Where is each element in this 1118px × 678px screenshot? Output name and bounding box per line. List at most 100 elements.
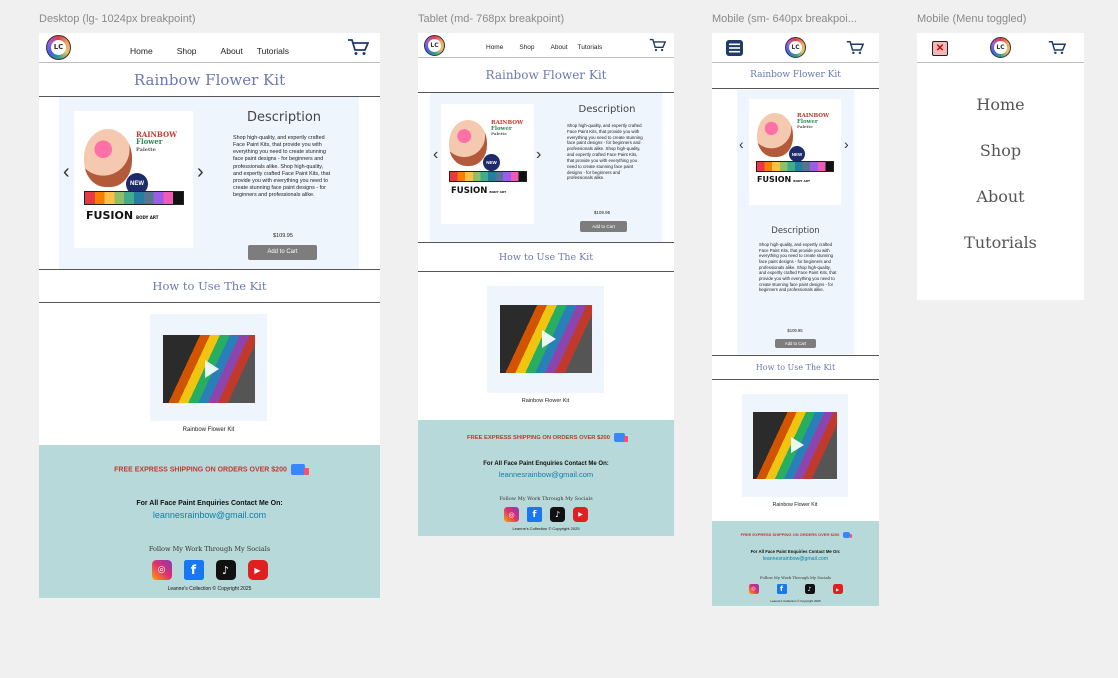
- product-title: Rainbow Flower Kit: [712, 63, 879, 89]
- nav-about[interactable]: About: [221, 46, 243, 56]
- cart-icon[interactable]: [1048, 40, 1066, 55]
- frame-label-menu: Mobile (Menu toggled): [917, 13, 1027, 25]
- nav-tutorials[interactable]: Tutorials: [578, 44, 603, 51]
- tiktok-icon[interactable]: ♪: [804, 584, 815, 594]
- social-links: ◎ f ♪ ▶: [418, 507, 674, 522]
- social-links: ◎ f ♪ ▶: [39, 560, 380, 580]
- product-image[interactable]: RAINBOW Flower Palette NEW FUSION BODY ART: [74, 111, 193, 248]
- nav-shop[interactable]: Shop: [177, 46, 197, 56]
- contact-email[interactable]: leannesrainbow@gmail.com: [39, 510, 380, 520]
- carousel-prev-icon[interactable]: ‹: [433, 146, 438, 164]
- howto-title: How to Use The Kit: [712, 355, 879, 380]
- instagram-icon[interactable]: ◎: [748, 584, 759, 594]
- menu-item-shop[interactable]: Shop: [917, 141, 1084, 187]
- kit-name-logo: RAINBOW Flower Palette: [797, 113, 830, 129]
- video-player[interactable]: [500, 305, 592, 373]
- contact-email[interactable]: leannesrainbow@gmail.com: [712, 556, 879, 562]
- brand-logo: FUSION BODY ART: [86, 209, 159, 222]
- tablet-frame: LC Home Shop About Tutorials Rainbow Flo…: [418, 33, 674, 536]
- carousel-next-icon[interactable]: ›: [844, 136, 849, 152]
- nav-about[interactable]: About: [551, 44, 568, 51]
- youtube-icon[interactable]: ▶: [573, 507, 588, 522]
- palette-image: [449, 171, 527, 182]
- desktop-navbar: LC Home Shop About Tutorials: [39, 33, 380, 63]
- product-image[interactable]: RAINBOW Flower Palette NEW FUSION BODY ART: [749, 99, 841, 205]
- nav-tutorials[interactable]: Tutorials: [257, 46, 289, 56]
- tablet-navbar: LC Home Shop About Tutorials: [418, 33, 674, 58]
- kit-name-logo: RAINBOW Flower Palette: [136, 130, 177, 153]
- product-panel: ‹ RAINBOW Flower Palette NEW FUSION BODY AR…: [430, 93, 662, 242]
- enquiries-text: For All Face Paint Enquiries Contact Me …: [483, 461, 609, 467]
- carousel-prev-icon[interactable]: ‹: [739, 136, 744, 152]
- nav-home[interactable]: Home: [486, 44, 503, 51]
- new-badge: NEW: [483, 154, 500, 171]
- product-panel: ‹ RAINBOW Flower Palette NEW FUSION BODY AR…: [59, 97, 359, 269]
- palette-image: [756, 161, 834, 172]
- desktop-nav-links: Home Shop About Tutorials: [130, 46, 289, 56]
- menu-item-home[interactable]: Home: [917, 95, 1084, 141]
- model-face-image: [449, 120, 487, 166]
- site-logo[interactable]: LC: [46, 35, 71, 60]
- truck-icon: [843, 532, 853, 538]
- follow-text: Follow My Work Through My Socials: [760, 575, 831, 580]
- instagram-icon[interactable]: ◎: [504, 507, 519, 522]
- truck-icon: [290, 464, 310, 475]
- contact-email[interactable]: leannesrainbow@gmail.com: [418, 470, 674, 479]
- cart-icon[interactable]: [846, 40, 864, 55]
- brand-logo: FUSION BODY ART: [451, 186, 507, 196]
- facebook-icon[interactable]: f: [183, 560, 204, 580]
- video-player[interactable]: [753, 412, 837, 479]
- truck-icon: [614, 433, 629, 442]
- instagram-icon[interactable]: ◎: [151, 560, 172, 580]
- site-logo[interactable]: LC: [990, 37, 1011, 58]
- enquiries-text: For All Face Paint Enquiries Contact Me …: [750, 549, 841, 554]
- play-icon[interactable]: [791, 437, 804, 453]
- frame-label-desktop: Desktop (lg- 1024px breakpoint): [39, 13, 196, 25]
- facebook-icon[interactable]: f: [527, 507, 542, 522]
- add-to-cart-button[interactable]: Add to Cart: [775, 339, 816, 348]
- add-to-cart-button[interactable]: Add to Cart: [248, 245, 317, 260]
- description-text: Shop high-quality, and expertly crafted …: [759, 242, 837, 293]
- product-title: Rainbow Flower Kit: [418, 58, 674, 93]
- cart-icon[interactable]: [347, 38, 369, 56]
- facebook-icon[interactable]: f: [776, 584, 787, 594]
- menu-item-tutorials[interactable]: Tutorials: [917, 233, 1084, 279]
- follow-text: Follow My Work Through My Socials: [499, 496, 593, 502]
- youtube-icon[interactable]: ▶: [832, 584, 843, 594]
- menu-item-about[interactable]: About: [917, 187, 1084, 233]
- site-footer: FREE EXPRESS SHIPPING ON ORDERS OVER $20…: [712, 521, 879, 606]
- nav-shop[interactable]: Shop: [519, 44, 534, 51]
- carousel-next-icon[interactable]: ›: [536, 146, 541, 164]
- site-logo[interactable]: LC: [785, 37, 806, 58]
- copyright-text: Leanne's Collection © Copyright 2025: [770, 599, 821, 603]
- carousel-next-icon[interactable]: ›: [197, 161, 204, 184]
- video-player[interactable]: [163, 335, 255, 403]
- mobile-frame: LC Rainbow Flower Kit ‹ RAINBOW Flower Pal…: [712, 33, 879, 606]
- hamburger-menu-icon[interactable]: [726, 40, 743, 56]
- mobile-menu-navbar: ✕ LC: [917, 33, 1084, 63]
- site-logo[interactable]: LC: [424, 35, 445, 56]
- howto-title: How to Use The Kit: [39, 269, 380, 303]
- youtube-icon[interactable]: ▶: [247, 560, 268, 580]
- model-face-image: [757, 113, 793, 157]
- product-image[interactable]: RAINBOW Flower Palette NEW FUSION BODY ART: [441, 104, 534, 224]
- play-icon[interactable]: [205, 360, 219, 378]
- close-icon[interactable]: ✕: [932, 41, 948, 56]
- tablet-nav-links: Home Shop About Tutorials: [486, 44, 602, 51]
- brand-logo: FUSION BODY ART: [757, 175, 811, 184]
- carousel-prev-icon[interactable]: ‹: [63, 161, 70, 184]
- video-panel: [742, 394, 848, 497]
- video-panel: [487, 286, 604, 393]
- model-face-image: [84, 129, 132, 187]
- mobile-navbar: LC: [712, 33, 879, 63]
- copyright-text: Leanne's Collection © Copyright 2025: [512, 526, 580, 531]
- tiktok-icon[interactable]: ♪: [215, 560, 236, 580]
- tiktok-icon[interactable]: ♪: [550, 507, 565, 522]
- cart-icon[interactable]: [649, 38, 666, 52]
- play-icon[interactable]: [542, 330, 556, 348]
- product-title: Rainbow Flower Kit: [39, 63, 380, 97]
- nav-home[interactable]: Home: [130, 46, 153, 56]
- add-to-cart-button[interactable]: Add to Cart: [580, 221, 627, 232]
- site-footer: FREE EXPRESS SHIPPING ON ORDERS OVER $20…: [39, 445, 380, 598]
- follow-text: Follow My Work Through My Socials: [148, 545, 271, 553]
